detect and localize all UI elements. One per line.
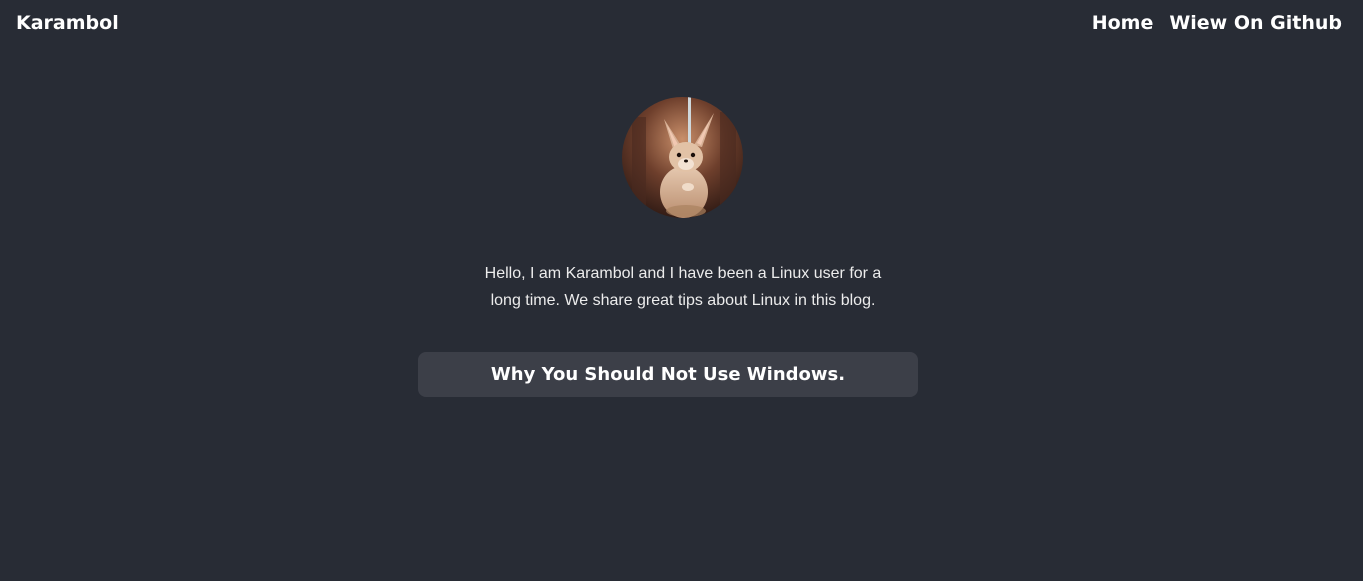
top-nav: Home Wiew On Github <box>1092 12 1342 34</box>
avatar <box>622 97 743 218</box>
post-card-why-not-windows[interactable]: Why You Should Not Use Windows. <box>418 352 918 397</box>
nav-home-link[interactable]: Home <box>1092 12 1154 34</box>
brand-link[interactable]: Karambol <box>16 12 119 34</box>
bio-text: Hello, I am Karambol and I have been a L… <box>484 265 882 309</box>
page: Karambol Home Wiew On Github Hello, I am… <box>0 0 1363 581</box>
fennec-fox-avatar-icon <box>622 97 743 218</box>
nav-github-link[interactable]: Wiew On Github <box>1169 12 1342 34</box>
